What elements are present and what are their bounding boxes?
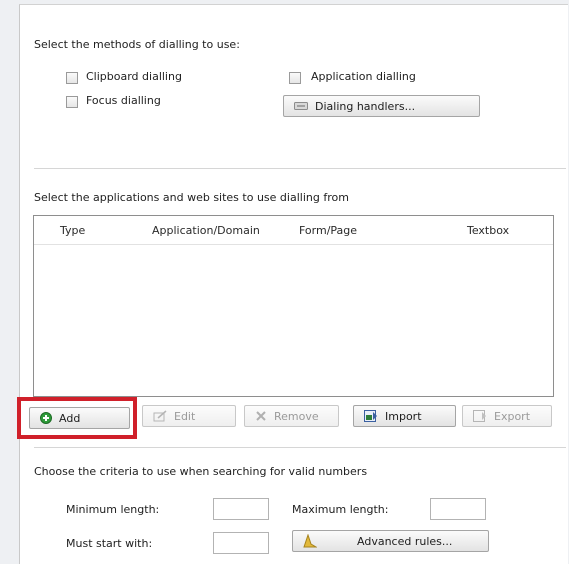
remove-button[interactable]: Remove: [244, 405, 339, 427]
column-header-textbox[interactable]: Textbox: [467, 224, 509, 237]
minimum-length-input[interactable]: [213, 498, 269, 520]
applications-heading: Select the applications and web sites to…: [34, 191, 349, 204]
criteria-heading: Choose the criteria to use when searchin…: [34, 465, 368, 478]
applications-list[interactable]: Type Application/Domain Form/Page Textbo…: [33, 215, 554, 397]
export-button[interactable]: Export: [462, 405, 552, 427]
application-dialling-checkbox[interactable]: [289, 72, 301, 84]
import-label: Import: [385, 409, 422, 423]
focus-dialling-checkbox[interactable]: [66, 96, 78, 108]
import-icon: [364, 410, 378, 422]
edit-icon: [153, 410, 167, 422]
remove-icon: [255, 410, 267, 422]
minimum-length-label: Minimum length:: [66, 503, 160, 516]
maximum-length-label: Maximum length:: [292, 503, 389, 516]
column-header-application-domain[interactable]: Application/Domain: [152, 224, 260, 237]
dialing-handlers-label: Dialing handlers...: [315, 99, 416, 113]
import-button[interactable]: Import: [353, 405, 456, 427]
advanced-rules-label: Advanced rules...: [357, 534, 453, 548]
advanced-rules-button[interactable]: Advanced rules...: [292, 530, 489, 552]
column-header-form-page[interactable]: Form/Page: [299, 224, 357, 237]
section-divider: [34, 168, 566, 169]
focus-dialling-label: Focus dialling: [86, 94, 161, 107]
handler-icon: [294, 101, 308, 111]
edit-button[interactable]: Edit: [142, 405, 236, 427]
dialing-handlers-button[interactable]: Dialing handlers...: [283, 95, 480, 117]
export-icon: [473, 410, 487, 422]
column-header-type[interactable]: Type: [60, 224, 85, 237]
remove-label: Remove: [274, 409, 319, 423]
must-start-with-label: Must start with:: [66, 537, 153, 550]
rules-icon: [303, 533, 318, 548]
maximum-length-input[interactable]: [430, 498, 486, 520]
clipboard-dialling-label: Clipboard dialling: [86, 70, 182, 83]
methods-heading: Select the methods of dialling to use:: [34, 38, 240, 51]
export-label: Export: [494, 409, 531, 423]
clipboard-dialling-checkbox[interactable]: [66, 72, 78, 84]
edit-label: Edit: [174, 409, 196, 423]
applications-list-header: Type Application/Domain Form/Page Textbo…: [34, 216, 553, 245]
add-button-highlight: [17, 397, 137, 439]
section-divider-2: [34, 447, 566, 448]
application-dialling-label: Application dialling: [311, 70, 416, 83]
must-start-with-input[interactable]: [213, 532, 269, 554]
